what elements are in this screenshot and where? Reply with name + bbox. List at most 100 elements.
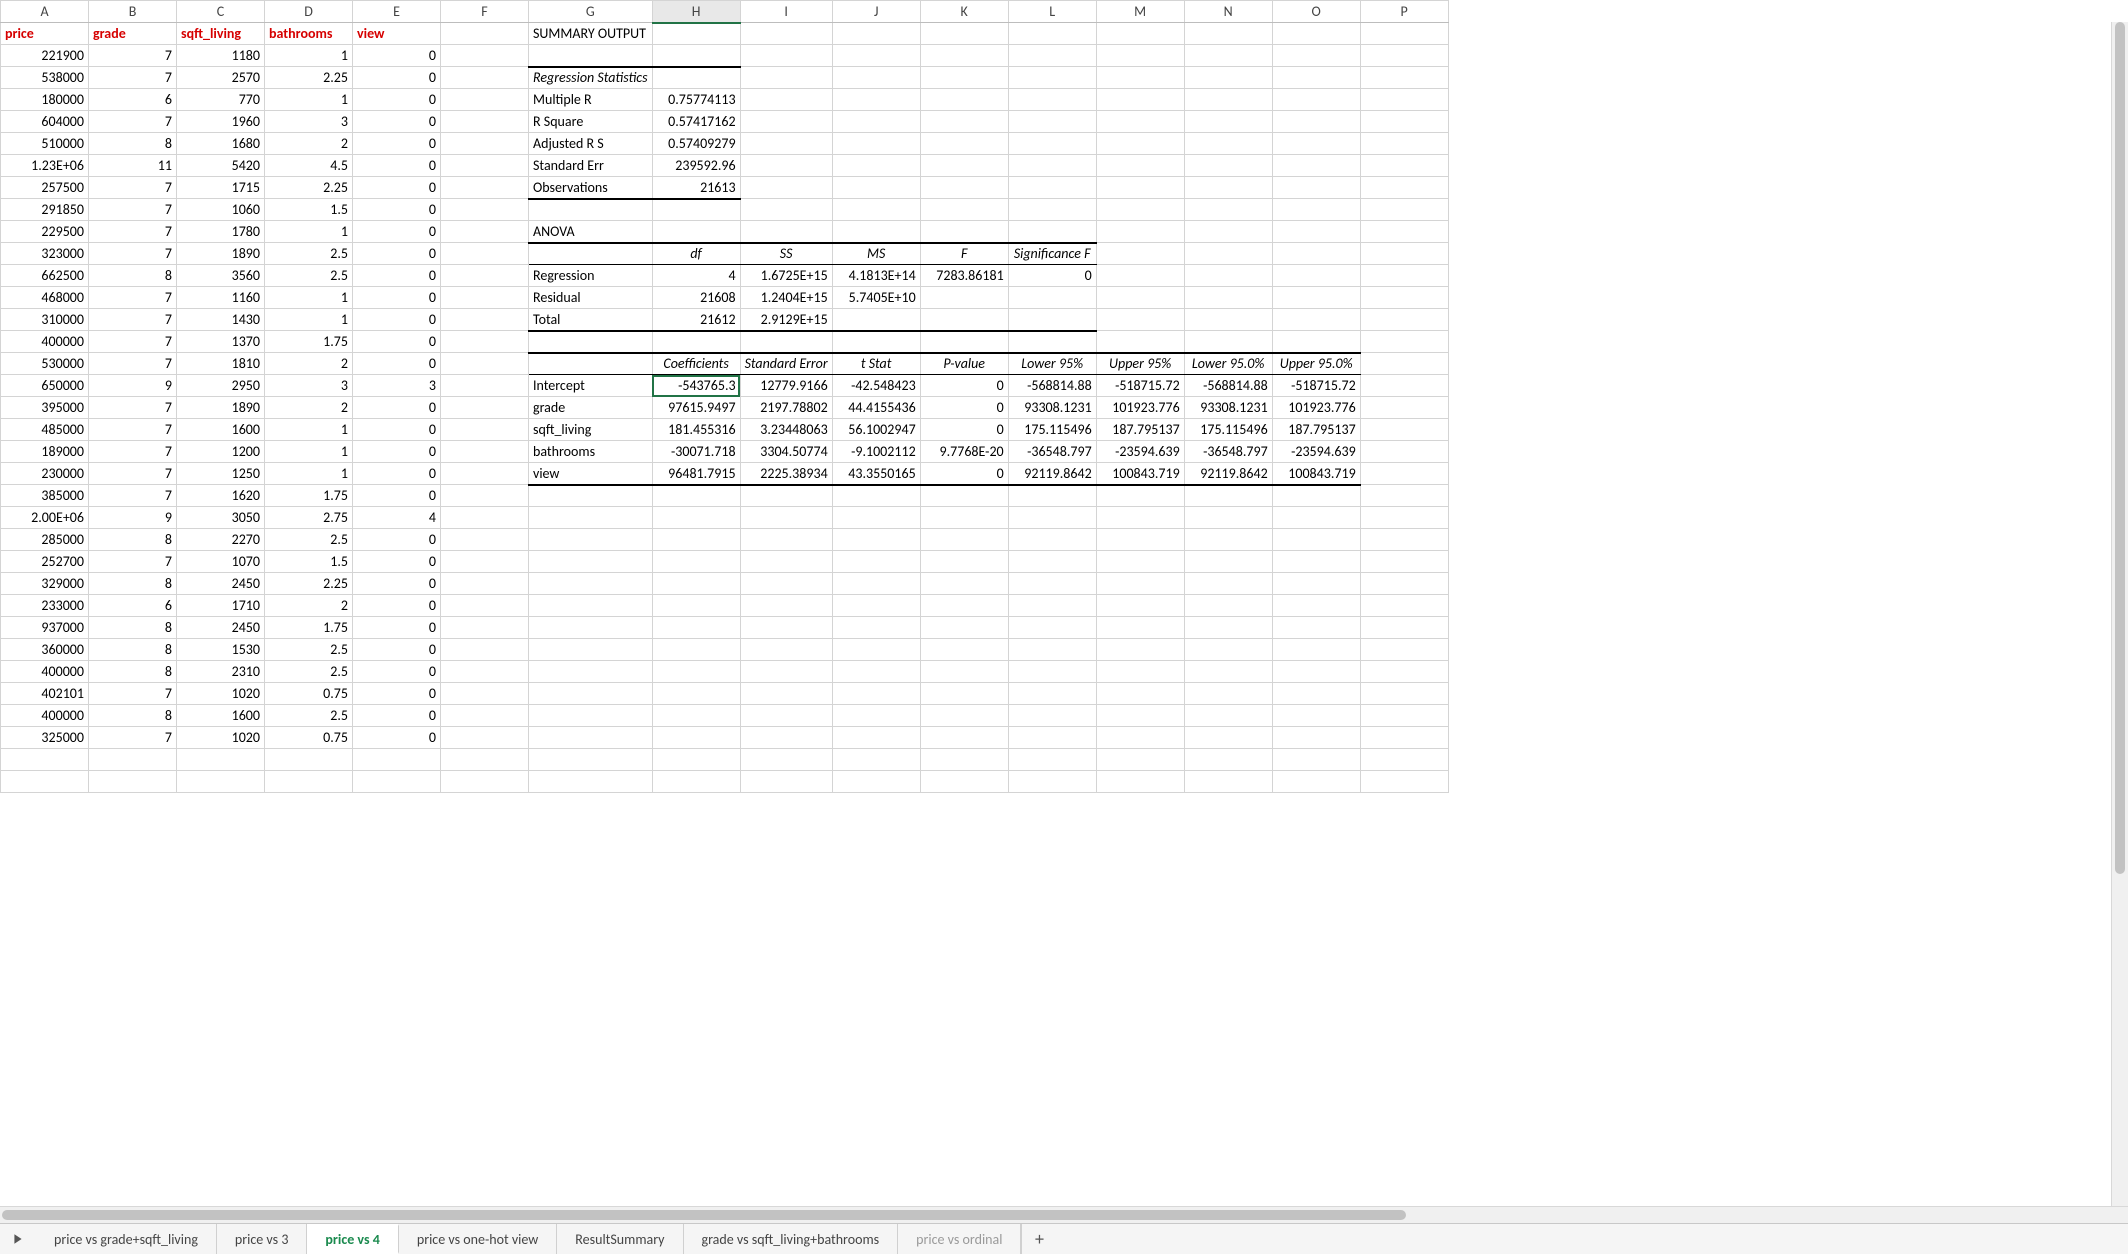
cell[interactable] [920, 727, 1008, 749]
cell[interactable] [1008, 639, 1096, 661]
cell[interactable]: 96481.7915 [652, 463, 740, 485]
cell[interactable] [1008, 331, 1096, 353]
cell[interactable] [1360, 551, 1448, 573]
cell[interactable]: 8 [89, 529, 177, 551]
cell[interactable] [1272, 551, 1360, 573]
cell[interactable] [441, 23, 529, 45]
anova-header[interactable]: df [652, 243, 740, 265]
cell[interactable]: 1 [265, 309, 353, 331]
cell[interactable] [832, 705, 920, 727]
cell[interactable] [1184, 639, 1272, 661]
cell[interactable]: 2.25 [265, 177, 353, 199]
cell[interactable] [920, 89, 1008, 111]
cell[interactable] [1360, 397, 1448, 419]
cell[interactable]: 0 [353, 287, 441, 309]
cell[interactable]: 9 [89, 375, 177, 397]
cell[interactable] [740, 67, 832, 89]
cell[interactable]: -9.1002112 [832, 441, 920, 463]
cell[interactable] [1184, 177, 1272, 199]
cell[interactable] [1184, 287, 1272, 309]
cell[interactable] [1008, 617, 1096, 639]
cell[interactable] [652, 661, 740, 683]
cell[interactable]: 8 [89, 661, 177, 683]
cell[interactable] [1360, 419, 1448, 441]
cell[interactable]: 0 [353, 243, 441, 265]
cell[interactable] [1184, 221, 1272, 243]
cell[interactable] [1360, 133, 1448, 155]
cell[interactable]: 2225.38934 [740, 463, 832, 485]
cell[interactable] [177, 749, 265, 771]
cell[interactable]: 2.25 [265, 573, 353, 595]
cell[interactable] [441, 375, 529, 397]
cell[interactable]: 1060 [177, 199, 265, 221]
cell[interactable]: 0 [353, 45, 441, 67]
cell[interactable] [529, 45, 653, 67]
cell[interactable] [1360, 353, 1448, 375]
cell[interactable] [832, 617, 920, 639]
cell[interactable]: 101923.776 [1272, 397, 1360, 419]
cell[interactable] [529, 705, 653, 727]
cell[interactable]: 2950 [177, 375, 265, 397]
cell[interactable]: 43.3550165 [832, 463, 920, 485]
cell[interactable]: 7283.86181 [920, 265, 1008, 287]
cell[interactable] [529, 749, 653, 771]
cell[interactable]: 538000 [1, 67, 89, 89]
cell[interactable]: Regression [529, 265, 653, 287]
cell[interactable] [920, 23, 1008, 45]
cell[interactable]: 1600 [177, 419, 265, 441]
cell[interactable]: 1180 [177, 45, 265, 67]
cell[interactable]: 7 [89, 243, 177, 265]
regstat-value[interactable]: 0.57417162 [652, 111, 740, 133]
cell[interactable] [1008, 749, 1096, 771]
cell[interactable] [1096, 683, 1184, 705]
cell[interactable] [1096, 111, 1184, 133]
cell[interactable] [1360, 727, 1448, 749]
cell[interactable] [1008, 287, 1096, 309]
cell[interactable] [920, 45, 1008, 67]
cell[interactable] [1184, 749, 1272, 771]
cell[interactable]: 0 [1008, 265, 1096, 287]
cell[interactable] [1360, 89, 1448, 111]
cell[interactable] [1272, 155, 1360, 177]
anova-label[interactable]: ANOVA [529, 221, 653, 243]
data-header-bathrooms[interactable]: bathrooms [265, 23, 353, 45]
cell[interactable]: 0 [920, 419, 1008, 441]
cell[interactable] [1272, 617, 1360, 639]
cell[interactable]: 604000 [1, 111, 89, 133]
cell[interactable]: 6 [89, 595, 177, 617]
regstat-label[interactable]: Observations [529, 177, 653, 199]
cell[interactable] [652, 727, 740, 749]
cell[interactable] [441, 595, 529, 617]
cell[interactable]: 0 [353, 67, 441, 89]
cell[interactable]: 1960 [177, 111, 265, 133]
cell[interactable] [920, 683, 1008, 705]
cell[interactable]: 2 [265, 595, 353, 617]
cell[interactable] [1096, 309, 1184, 331]
cell[interactable] [529, 683, 653, 705]
cell[interactable] [441, 441, 529, 463]
regstat-value[interactable]: 0.75774113 [652, 89, 740, 111]
cell[interactable] [441, 221, 529, 243]
cell[interactable] [832, 683, 920, 705]
cell[interactable] [441, 243, 529, 265]
cell[interactable] [740, 683, 832, 705]
cell[interactable]: 0 [353, 573, 441, 595]
data-header-view[interactable]: view [353, 23, 441, 45]
cell[interactable] [1008, 111, 1096, 133]
cell[interactable] [1360, 573, 1448, 595]
cell[interactable]: 7 [89, 67, 177, 89]
cell[interactable]: 3.23448063 [740, 419, 832, 441]
cell[interactable]: 400000 [1, 705, 89, 727]
cell[interactable] [920, 551, 1008, 573]
cell[interactable] [1096, 67, 1184, 89]
cell[interactable] [529, 661, 653, 683]
cell[interactable]: 2 [265, 397, 353, 419]
cell[interactable] [652, 199, 740, 221]
cell[interactable] [1008, 595, 1096, 617]
cell[interactable]: 2.5 [265, 661, 353, 683]
cell[interactable] [652, 639, 740, 661]
cell[interactable]: 92119.8642 [1184, 463, 1272, 485]
cell[interactable] [1272, 639, 1360, 661]
cell[interactable]: 0 [353, 595, 441, 617]
cell[interactable] [1360, 243, 1448, 265]
